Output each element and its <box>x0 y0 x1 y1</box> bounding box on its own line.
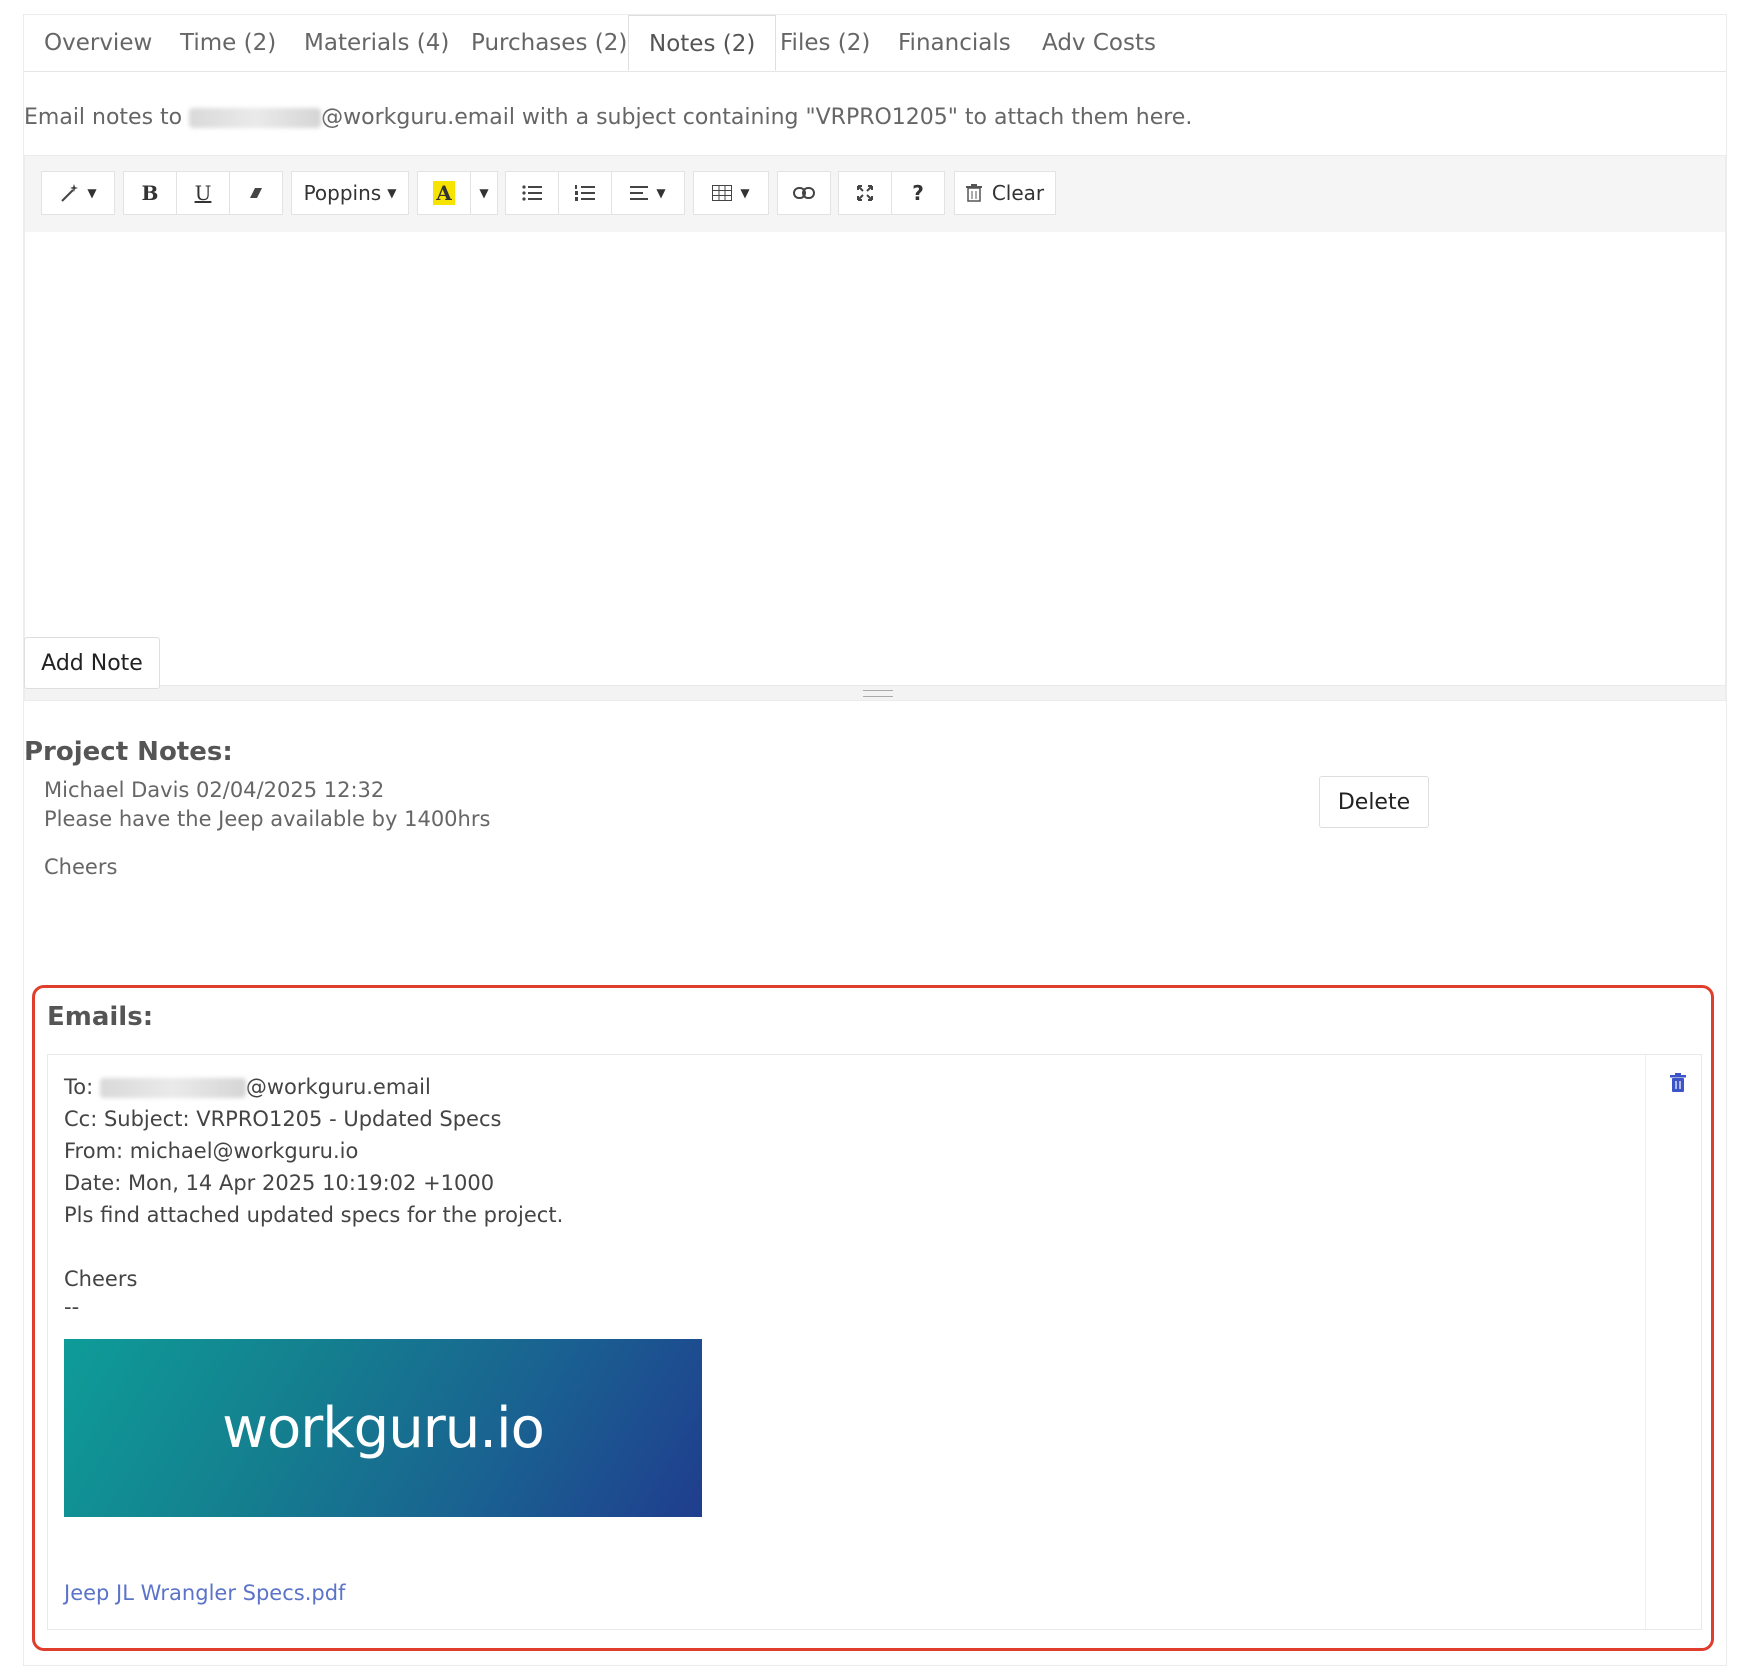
email-to-prefix: To: <box>64 1075 100 1099</box>
tab-financials[interactable]: Financials <box>898 15 1011 71</box>
tab-notes[interactable]: Notes (2) <box>628 15 777 71</box>
caret-down-icon: ▼ <box>387 186 397 200</box>
email-card-divider <box>1645 1055 1646 1629</box>
email-signature-dashes: -- <box>64 1295 80 1319</box>
clear-format-button[interactable] <box>229 171 283 215</box>
email-card: To: @workguru.email Cc: Subject: VRPRO12… <box>47 1054 1702 1630</box>
tab-materials[interactable]: Materials (4) <box>304 15 449 71</box>
tab-overview[interactable]: Overview <box>44 15 152 71</box>
editor-toolbar: ▼ B U Poppins ▼ A ▼ ▼ ▼ ? Clear <box>25 156 1725 232</box>
underline-icon: U <box>194 181 212 205</box>
redacted-address <box>189 108 322 128</box>
font-color-dropdown[interactable]: ▼ <box>470 171 498 215</box>
help-icon: ? <box>912 181 924 205</box>
table-dropdown[interactable]: ▼ <box>693 171 769 215</box>
add-note-button[interactable]: Add Note <box>24 637 160 689</box>
delete-email-button[interactable] <box>1669 1073 1687 1097</box>
bold-button[interactable]: B <box>123 171 177 215</box>
email-body: Pls find attached updated specs for the … <box>64 1203 564 1227</box>
tab-bar: Overview Time (2) Materials (4) Purchase… <box>24 15 1726 72</box>
ordered-list-icon <box>575 185 595 201</box>
caret-down-icon: ▼ <box>87 186 97 200</box>
font-family-label: Poppins <box>303 181 382 205</box>
attachment-link[interactable]: Jeep JL Wrangler Specs.pdf <box>64 1581 345 1605</box>
email-to: To: @workguru.email <box>64 1075 431 1099</box>
logo-text: workguru.io <box>222 1395 545 1461</box>
delete-note-button[interactable]: Delete <box>1319 776 1429 828</box>
editor-resize-handle[interactable] <box>25 685 1725 700</box>
clear-label: Clear <box>991 181 1045 205</box>
underline-button[interactable]: U <box>176 171 230 215</box>
note-editor: ▼ B U Poppins ▼ A ▼ ▼ ▼ ? Clear <box>24 155 1726 701</box>
email-cc-subject: Cc: Subject: VRPRO1205 - Updated Specs <box>64 1107 502 1131</box>
email-to-suffix: @workguru.email <box>245 1075 431 1099</box>
email-date: Date: Mon, 14 Apr 2025 10:19:02 +1000 <box>64 1171 495 1195</box>
note-text-area[interactable] <box>25 232 1725 686</box>
hint-prefix: Email notes to <box>24 105 190 130</box>
note-author-line: Michael Davis 02/04/2025 12:32 <box>44 778 385 802</box>
email-notes-hint: Email notes to @workguru.email with a su… <box>24 105 1192 130</box>
link-button[interactable] <box>777 171 831 215</box>
email-sign-off: Cheers <box>64 1267 138 1291</box>
unordered-list-icon <box>522 185 542 201</box>
caret-down-icon: ▼ <box>656 186 666 200</box>
fullscreen-button[interactable] <box>838 171 892 215</box>
clear-button[interactable]: Clear <box>954 171 1056 215</box>
eraser-icon <box>247 184 265 202</box>
project-notes-heading: Project Notes: <box>24 737 233 767</box>
redacted-address <box>99 1078 246 1098</box>
tab-adv-costs[interactable]: Adv Costs <box>1042 15 1156 71</box>
caret-down-icon: ▼ <box>479 186 489 200</box>
hint-suffix: @workguru.email with a subject containin… <box>321 105 1193 130</box>
help-button[interactable]: ? <box>891 171 945 215</box>
caret-down-icon: ▼ <box>740 186 750 200</box>
fullscreen-icon <box>856 184 874 202</box>
table-icon <box>712 185 733 201</box>
email-from: From: michael@workguru.io <box>64 1139 359 1163</box>
align-icon <box>630 186 649 200</box>
trash-icon <box>1669 1073 1687 1097</box>
font-family-dropdown[interactable]: Poppins ▼ <box>291 171 409 215</box>
font-color-icon: A <box>433 181 455 205</box>
align-dropdown[interactable]: ▼ <box>611 171 685 215</box>
trash-icon <box>965 184 982 202</box>
link-icon <box>793 187 815 199</box>
style-dropdown[interactable]: ▼ <box>41 171 115 215</box>
workguru-logo: workguru.io <box>64 1339 702 1517</box>
resize-grip-icon <box>863 690 893 697</box>
bold-icon: B <box>141 181 159 205</box>
font-color-button[interactable]: A <box>417 171 471 215</box>
tab-time[interactable]: Time (2) <box>180 15 276 71</box>
tab-files[interactable]: Files (2) <box>780 15 870 71</box>
note-body: Please have the Jeep available by 1400hr… <box>44 807 491 831</box>
emails-heading: Emails: <box>47 1002 154 1032</box>
tab-purchases[interactable]: Purchases (2) <box>471 15 627 71</box>
note-sign-off: Cheers <box>44 855 118 879</box>
magic-wand-icon <box>59 182 81 204</box>
ordered-list-button[interactable] <box>558 171 612 215</box>
unordered-list-button[interactable] <box>505 171 559 215</box>
